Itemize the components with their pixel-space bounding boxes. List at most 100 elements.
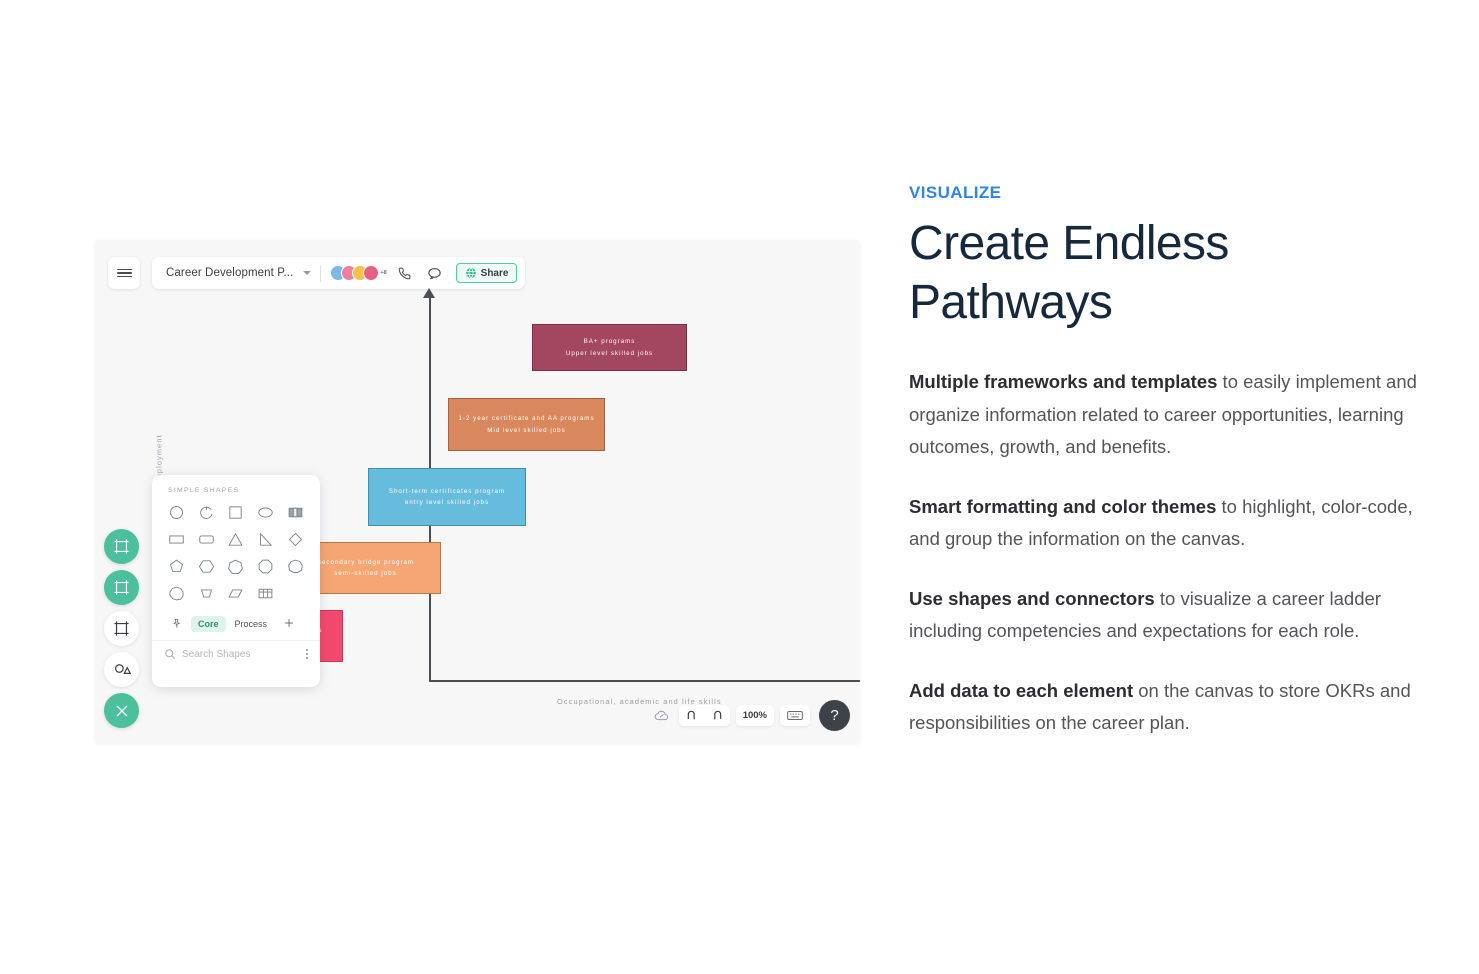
shape-item-square[interactable]	[221, 502, 251, 522]
rectangle-icon	[169, 534, 184, 544]
feature-paragraph-lead: Multiple frameworks and templates	[909, 371, 1218, 393]
hexagon-icon	[198, 559, 215, 573]
feature-paragraph: Use shapes and connectors to visualize a…	[909, 583, 1439, 648]
pin-tab[interactable]	[164, 615, 189, 634]
square-icon	[229, 505, 243, 519]
shape-item-split-rect[interactable]	[280, 502, 310, 522]
comments-button[interactable]	[423, 261, 447, 285]
chart-step-label-line1: Short-term certificates program	[388, 487, 506, 495]
shapes-panel-header: SIMPLE SHAPES	[168, 487, 240, 494]
chart-step-box[interactable]: BA+ programs Upper level skilled jobs	[532, 324, 687, 371]
cloud-save-button[interactable]	[650, 708, 673, 723]
document-title[interactable]: Career Development P...	[160, 267, 297, 279]
chart-step-label-line1: 1-2 year certificate and AA programs	[458, 415, 595, 423]
feature-paragraph: Smart formatting and color themes to hig…	[909, 491, 1439, 556]
pin-icon	[173, 618, 181, 628]
frame-icon	[114, 621, 129, 636]
decagon-icon	[169, 586, 184, 600]
rounded-rect-icon	[199, 534, 214, 544]
help-button[interactable]: ?	[819, 700, 850, 731]
shape-item-table-grid[interactable]	[251, 583, 281, 603]
shapes-search-row[interactable]: Search Shapes	[152, 640, 320, 667]
arc-icon	[200, 505, 213, 519]
document-toolbar: Career Development P... +8 Share	[152, 257, 526, 289]
parallelogram-icon	[228, 588, 244, 598]
shape-item-heptagon[interactable]	[221, 556, 251, 576]
shape-item-triangle[interactable]	[221, 529, 251, 549]
feature-paragraph-lead: Use shapes and connectors	[909, 587, 1155, 609]
collaborator-avatars[interactable]: +8	[330, 265, 387, 281]
shape-item-pentagon[interactable]	[162, 556, 192, 576]
avatar-overflow-count[interactable]: +8	[380, 270, 386, 276]
chart-step-label-line2: Upper level skilled jobs	[565, 349, 654, 357]
redo-icon[interactable]	[709, 709, 723, 723]
frame-tool[interactable]	[104, 611, 139, 646]
chart-step-label-line2: semi-skilled jobs	[334, 570, 397, 577]
split-rect-icon	[288, 507, 303, 517]
shape-item-trapezoid[interactable]	[192, 583, 222, 603]
undo-redo-group	[678, 705, 730, 726]
phone-icon	[398, 267, 411, 279]
paragraph-list: Multiple frameworks and templates to eas…	[909, 366, 1439, 740]
pentagon-icon	[170, 559, 184, 572]
shape-item-ellipse[interactable]	[251, 502, 281, 522]
share-button[interactable]: Share	[455, 263, 518, 283]
chart-step-label-line1: Secondary bridge program	[316, 558, 415, 566]
shape-item-diamond[interactable]	[280, 529, 310, 549]
feature-paragraph: Add data to each element on the canvas t…	[909, 675, 1439, 740]
shape-item-right-triangle[interactable]	[251, 529, 281, 549]
circle-icon	[170, 505, 184, 519]
shape-item-rectangle[interactable]	[162, 529, 192, 549]
kebab-menu-icon[interactable]	[305, 648, 308, 660]
shape-item-rounded-rect[interactable]	[192, 529, 222, 549]
frame-tool-active-2[interactable]	[104, 570, 139, 605]
globe-icon	[465, 267, 476, 279]
table-grid-icon	[258, 588, 273, 598]
shape-item-parallelogram[interactable]	[221, 583, 251, 603]
page-title: Create Endless Pathways	[909, 217, 1229, 329]
chevron-down-icon[interactable]	[303, 271, 312, 275]
shape-item-decagon[interactable]	[162, 583, 192, 603]
shape-item-nonagon[interactable]	[280, 556, 310, 576]
phone-call-button[interactable]	[393, 261, 417, 285]
search-icon	[165, 649, 175, 659]
chart-step-label-line2: Mid level skilled jobs	[487, 426, 566, 434]
shape-item-octagon[interactable]	[251, 556, 281, 576]
shapes-tab-core[interactable]: Core	[191, 616, 226, 632]
shapes-grid	[152, 502, 320, 603]
eyebrow-label: VISUALIZE	[909, 183, 1002, 202]
chart-step-label-line2: entry level skilled jobs	[404, 499, 490, 506]
frame-tool-active-1[interactable]	[104, 529, 139, 564]
triangle-icon	[228, 532, 244, 546]
shapes-tab-process[interactable]: Process	[228, 616, 275, 632]
page-root: Career Development P... +8 Share Occupat…	[0, 0, 1479, 974]
close-tool-button[interactable]	[104, 693, 139, 728]
avatar[interactable]	[363, 265, 380, 281]
right-triangle-icon	[260, 532, 273, 546]
trapezoid-icon	[200, 588, 212, 598]
canvas-bottom-toolbar: 100% ?	[650, 700, 850, 731]
share-label: Share	[480, 267, 509, 279]
chart-step-box[interactable]: 1-2 year certificate and AA programs Mid …	[448, 398, 605, 451]
zoom-level-control[interactable]: 100%	[735, 705, 774, 726]
shapes-search-input[interactable]: Search Shapes	[182, 649, 300, 660]
shape-item-arc[interactable]	[192, 502, 222, 522]
undo-icon[interactable]	[686, 709, 700, 723]
frame-icon	[114, 539, 129, 554]
octagon-icon	[258, 559, 273, 573]
shape-item-hexagon[interactable]	[192, 556, 222, 576]
chart-step-box[interactable]: Short-term certificates program entry lev…	[368, 468, 526, 526]
heptagon-icon	[228, 559, 244, 574]
shapes-icon	[114, 663, 131, 674]
keyboard-shortcuts-button[interactable]	[780, 705, 810, 726]
nonagon-icon	[287, 559, 303, 573]
chart-step-label-line1: BA+ programs	[583, 338, 636, 346]
close-icon	[116, 705, 127, 716]
keyboard-icon	[787, 711, 803, 720]
shape-item-circle[interactable]	[162, 502, 192, 522]
app-screenshot-mock: Career Development P... +8 Share Occupat…	[95, 240, 860, 743]
add-tab-button[interactable]	[276, 614, 302, 634]
hamburger-menu-button[interactable]	[108, 257, 140, 289]
shapes-tool[interactable]	[104, 652, 139, 687]
feature-paragraph: Multiple frameworks and templates to eas…	[909, 366, 1439, 464]
